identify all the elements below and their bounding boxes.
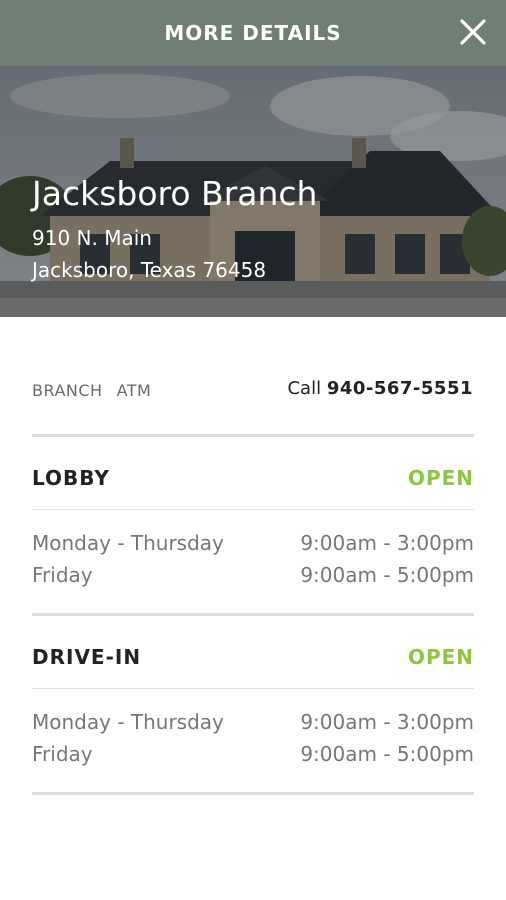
tab-atm[interactable]: ATM xyxy=(117,381,152,400)
branch-address-line1: 910 N. Main xyxy=(32,226,152,250)
drive-in-section-title: DRIVE-IN xyxy=(32,645,142,669)
lobby-day-row-1: Monday - Thursday xyxy=(32,531,224,555)
drive-in-status-badge: OPEN xyxy=(407,645,474,669)
top-bar: MORE DETAILS xyxy=(0,0,506,66)
divider xyxy=(32,688,474,689)
close-icon[interactable] xyxy=(456,15,490,49)
lobby-section-title: LOBBY xyxy=(32,466,110,490)
call-label: Call xyxy=(287,378,322,399)
drive-in-day-row-1: Monday - Thursday xyxy=(32,710,224,734)
location-type-tabs: BRANCH ATM xyxy=(32,381,165,400)
branch-address-line2: Jacksboro, Texas 76458 xyxy=(32,258,267,282)
divider xyxy=(32,509,474,510)
divider xyxy=(32,434,474,437)
page-title: MORE DETAILS xyxy=(164,21,342,45)
lobby-hours-row-2: 9:00am - 5:00pm xyxy=(300,563,474,587)
drive-in-hours-row-2: 9:00am - 5:00pm xyxy=(300,742,474,766)
drive-in-hours-row-1: 9:00am - 3:00pm xyxy=(300,710,474,734)
branch-photo: Jacksboro Branch 910 N. Main Jacksboro, … xyxy=(0,66,506,317)
lobby-hours-row-1: 9:00am - 3:00pm xyxy=(300,531,474,555)
divider xyxy=(32,792,474,795)
branch-name: Jacksboro Branch xyxy=(32,174,318,213)
divider xyxy=(32,613,474,616)
call-link[interactable]: Call 940-567-5551 xyxy=(287,378,473,399)
drive-in-day-row-2: Friday xyxy=(32,742,93,766)
close-button[interactable] xyxy=(456,15,490,49)
tab-branch[interactable]: BRANCH xyxy=(32,381,103,400)
phone-number[interactable]: 940-567-5551 xyxy=(327,378,473,399)
lobby-day-row-2: Friday xyxy=(32,563,93,587)
lobby-status-badge: OPEN xyxy=(407,466,474,490)
